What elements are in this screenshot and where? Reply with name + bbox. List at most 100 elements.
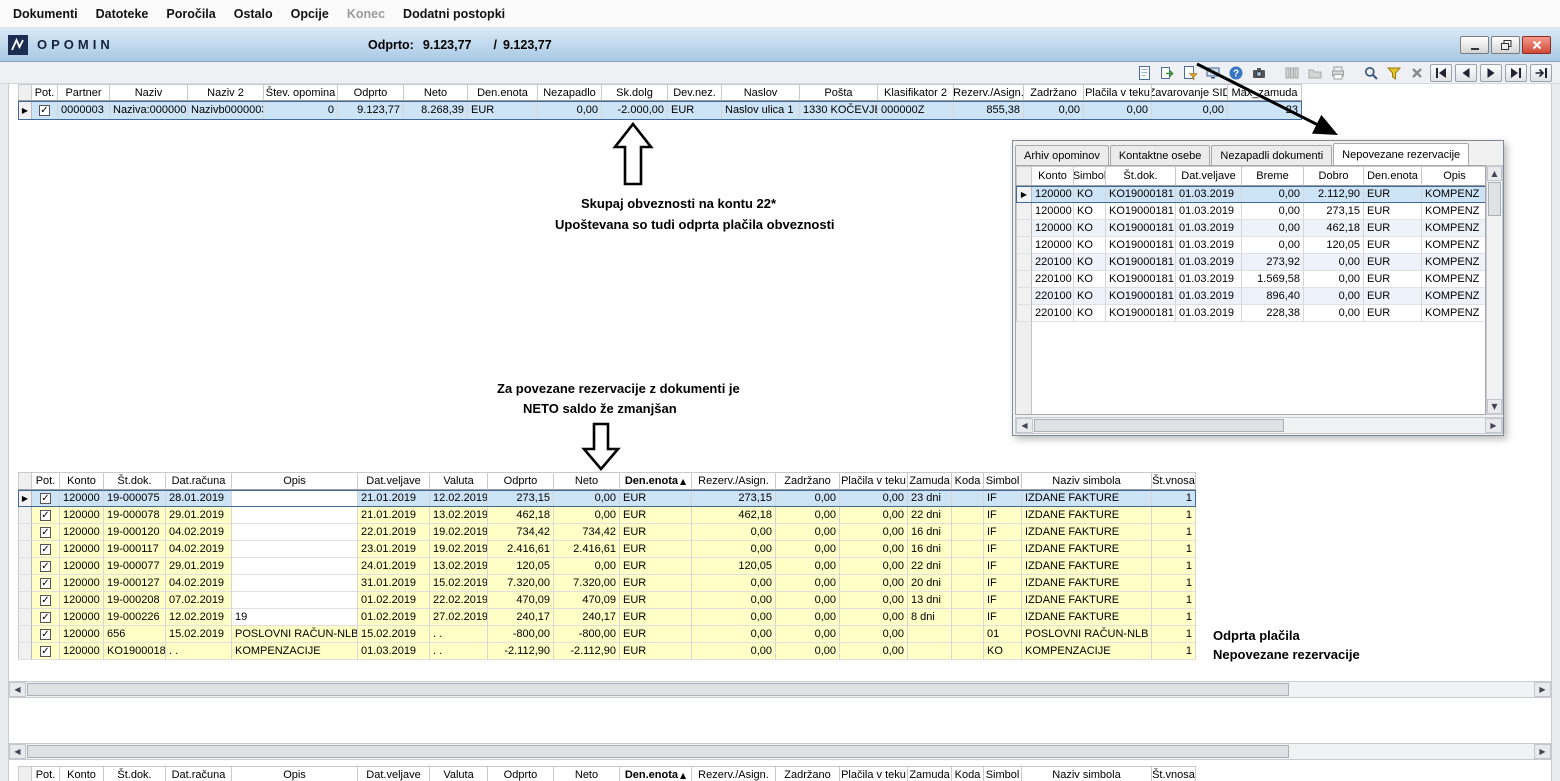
- table-row[interactable]: ✓ 120000 19-000117 04.02.2019 23.01.2019 19.0…: [18, 541, 1196, 558]
- col-header-dev-nez[interactable]: Dev.nez.: [668, 84, 722, 101]
- cell[interactable]: 15.02.2019: [358, 626, 430, 643]
- cell[interactable]: 0,00: [554, 507, 620, 524]
- cell[interactable]: 470,09: [488, 592, 554, 609]
- cell[interactable]: 22 dni: [908, 558, 952, 575]
- col-header-klasifikator-2[interactable]: Klasifikator 2: [878, 84, 954, 101]
- cell[interactable]: 0,00: [776, 609, 840, 626]
- cell[interactable]: IF: [984, 507, 1022, 524]
- cell[interactable]: IZDANE FAKTURE: [1022, 609, 1152, 626]
- cell[interactable]: 1: [1152, 592, 1196, 609]
- cell[interactable]: 8 dni: [908, 609, 952, 626]
- cell[interactable]: KO19000181: [1106, 288, 1176, 305]
- table-row[interactable]: ✓ 120000 656 15.02.2019 POSLOVNI RAČUN-NLB 15…: [18, 626, 1196, 643]
- cell[interactable]: EUR: [620, 524, 692, 541]
- cell[interactable]: IF: [984, 592, 1022, 609]
- tab-nepovezane-rezervacije[interactable]: Nepovezane rezervacije: [1333, 143, 1470, 165]
- last-record-icon[interactable]: [1505, 64, 1527, 82]
- col-header-zamuda[interactable]: Zamuda: [908, 472, 952, 490]
- cell[interactable]: 16 dni: [908, 541, 952, 558]
- scroll-left-button[interactable]: ◀: [1016, 418, 1033, 433]
- cell[interactable]: 0,00: [840, 609, 908, 626]
- cell[interactable]: [232, 507, 358, 524]
- cell[interactable]: 19.02.2019: [430, 524, 488, 541]
- cell[interactable]: 0,00: [692, 575, 776, 592]
- col-header-dat-ra-una[interactable]: Dat.računa: [166, 472, 232, 490]
- cell[interactable]: 0,00: [1242, 220, 1304, 237]
- col-header-odprto[interactable]: Odprto: [338, 84, 404, 101]
- cell[interactable]: KO19000181: [1106, 305, 1176, 322]
- cell[interactable]: 29.01.2019: [166, 558, 232, 575]
- cell[interactable]: [952, 575, 984, 592]
- menu-item-ostalo[interactable]: Ostalo: [225, 7, 282, 21]
- cell[interactable]: 13.02.2019: [430, 507, 488, 524]
- col-header-zadr-ano[interactable]: Zadržano: [776, 766, 840, 781]
- help-icon[interactable]: ?: [1226, 63, 1246, 83]
- screen-preview-icon[interactable]: [1203, 63, 1223, 83]
- cell[interactable]: [952, 558, 984, 575]
- table-row[interactable]: ✓ 120000 19-000078 29.01.2019 21.01.2019 13.0…: [18, 507, 1196, 524]
- table-row[interactable]: ▶ 120000 KO KO19000181 01.03.2019 0,00 2.112,9…: [1016, 186, 1485, 203]
- cell[interactable]: 19-000117: [104, 541, 166, 558]
- cell[interactable]: 656: [104, 626, 166, 643]
- cell[interactable]: 04.02.2019: [166, 541, 232, 558]
- cell[interactable]: 0,00: [776, 575, 840, 592]
- cell[interactable]: 1: [1152, 609, 1196, 626]
- row-checkbox[interactable]: ✓: [32, 643, 60, 660]
- cell[interactable]: [232, 592, 358, 609]
- cell[interactable]: 0,00: [1304, 288, 1364, 305]
- cell[interactable]: 19: [232, 609, 358, 626]
- scroll-left-button[interactable]: ◀: [9, 744, 26, 759]
- scroll-right-button[interactable]: ▶: [1485, 418, 1502, 433]
- col-header-simbol[interactable]: Simbol: [1074, 166, 1106, 186]
- cell[interactable]: [952, 643, 984, 660]
- cell[interactable]: 220100: [1032, 288, 1074, 305]
- cell[interactable]: 0,00: [840, 575, 908, 592]
- cell[interactable]: 23 dni: [908, 490, 952, 507]
- table-row[interactable]: ✓ 120000 19-000077 29.01.2019 24.01.2019 13.0…: [18, 558, 1196, 575]
- cell[interactable]: KO: [984, 643, 1022, 660]
- attach-document-icon[interactable]: [1134, 63, 1154, 83]
- cell[interactable]: 0,00: [776, 558, 840, 575]
- cell[interactable]: KO19000181: [1106, 237, 1176, 254]
- col-header-dat-veljave[interactable]: Dat.veljave: [358, 472, 430, 490]
- previous-record-icon[interactable]: [1455, 64, 1477, 82]
- cell[interactable]: KO: [1074, 271, 1106, 288]
- col-header-partner[interactable]: Partner: [58, 84, 110, 101]
- col-header-nezapadlo[interactable]: Nezapadlo: [538, 84, 602, 101]
- cell[interactable]: 120,05: [692, 558, 776, 575]
- cell[interactable]: 273,15: [1304, 203, 1364, 220]
- cell[interactable]: 0,00: [1304, 254, 1364, 271]
- cell[interactable]: POSLOVNI RAČUN-NLB: [232, 626, 358, 643]
- cell[interactable]: 0,00: [692, 626, 776, 643]
- filter-documents-icon[interactable]: [1180, 63, 1200, 83]
- secondary-grid-horizontal-scrollbar[interactable]: ◀ ▶: [8, 743, 1552, 760]
- cell[interactable]: 0,00: [776, 490, 840, 507]
- col-header-breme[interactable]: Breme: [1242, 166, 1304, 186]
- row-checkbox[interactable]: ✓: [32, 575, 60, 592]
- cell[interactable]: 01.03.2019: [1176, 203, 1242, 220]
- col-header-rezerv-asign[interactable]: Rezerv./Asign.: [692, 766, 776, 781]
- cell[interactable]: 0,00: [840, 541, 908, 558]
- menu-item-datoteke[interactable]: Datoteke: [87, 7, 158, 21]
- cell[interactable]: KO: [1074, 237, 1106, 254]
- col-header-zadr-ano[interactable]: Zadržano: [1024, 84, 1084, 101]
- cell[interactable]: IZDANE FAKTURE: [1022, 592, 1152, 609]
- row-selector[interactable]: [18, 643, 32, 660]
- cell[interactable]: 462,18: [1304, 220, 1364, 237]
- cell[interactable]: EUR: [668, 101, 722, 120]
- cell[interactable]: 462,18: [692, 507, 776, 524]
- col-header-pla-ila-v-teku[interactable]: Plačila v teku: [840, 766, 908, 781]
- cell[interactable]: 01: [984, 626, 1022, 643]
- cell[interactable]: EUR: [1364, 220, 1422, 237]
- cell[interactable]: 120,05: [1304, 237, 1364, 254]
- cell[interactable]: [232, 524, 358, 541]
- cell[interactable]: 220100: [1032, 305, 1074, 322]
- cell[interactable]: IF: [984, 575, 1022, 592]
- col-header-naslov[interactable]: Naslov: [722, 84, 800, 101]
- cell[interactable]: 2.112,90: [1304, 186, 1364, 203]
- cell[interactable]: 120000: [60, 575, 104, 592]
- row-selector[interactable]: [1016, 288, 1032, 305]
- cell[interactable]: 2.416,61: [488, 541, 554, 558]
- col-header-pot[interactable]: Pot.: [32, 472, 60, 490]
- cell[interactable]: 0,00: [840, 592, 908, 609]
